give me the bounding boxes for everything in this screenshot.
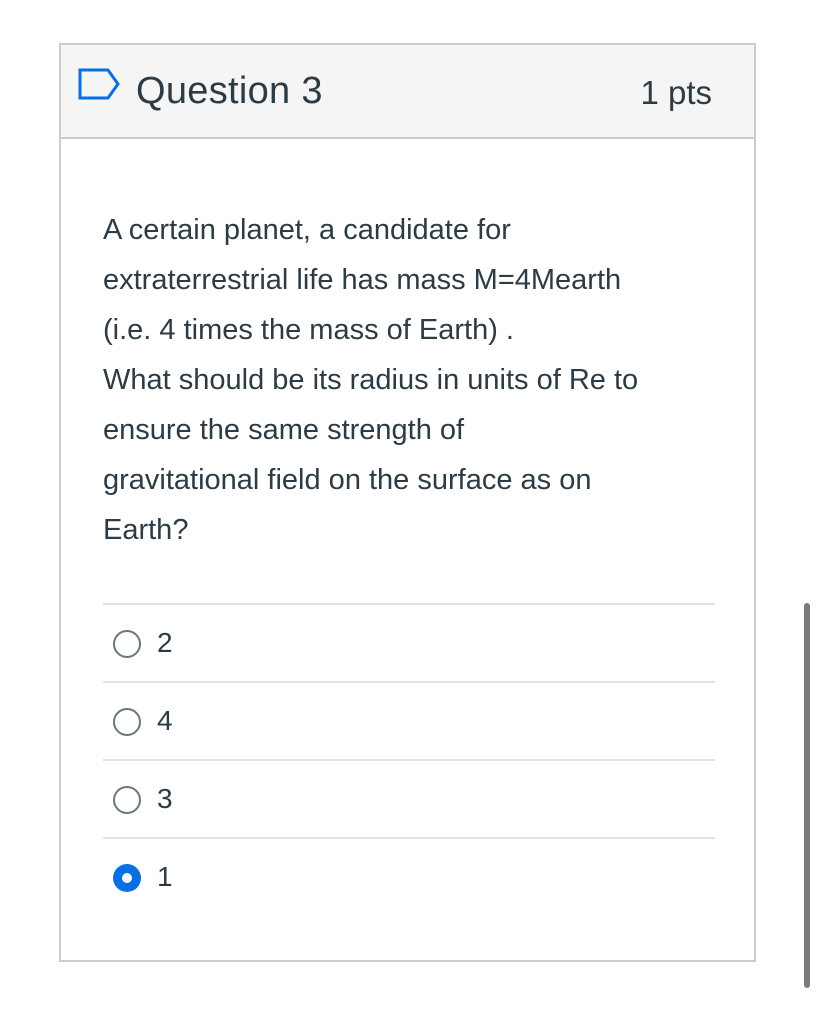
question-title: Question 3 [136, 70, 323, 112]
answer-option[interactable]: 3 [103, 759, 715, 837]
answer-option[interactable]: 2 [103, 603, 715, 681]
answer-label: 4 [157, 705, 173, 736]
radio-button[interactable] [113, 786, 141, 814]
answer-option-selected[interactable]: 1 [103, 837, 715, 915]
answer-label: 2 [157, 627, 173, 658]
question-text-line: Earth? [103, 514, 189, 546]
quiz-page: Question 3 1 pts A certain planet, a can… [0, 0, 817, 1024]
question-text-line: extraterrestrial life has mass M=4Mearth [103, 264, 622, 296]
radio-button[interactable] [113, 708, 141, 736]
flag-question-icon[interactable] [77, 67, 121, 103]
question-text: A certain planet, a candidate for extrat… [103, 205, 723, 555]
radio-button[interactable] [113, 630, 141, 658]
answer-label: 3 [157, 783, 173, 814]
answer-list: 2 4 3 1 [103, 603, 715, 915]
question-text-line: What should be its radius in units of Re… [103, 364, 639, 396]
answer-option[interactable]: 4 [103, 681, 715, 759]
question-text-line: gravitational field on the surface as on [103, 464, 592, 496]
question-text-line: ensure the same strength of [103, 414, 465, 446]
radio-button-selected[interactable] [113, 864, 141, 892]
answer-label: 1 [157, 861, 173, 892]
question-points: 1 pts [640, 74, 712, 111]
question-header: Question 3 1 pts [61, 45, 754, 139]
question-text-line: A certain planet, a candidate for [103, 214, 511, 246]
scrollbar[interactable] [804, 603, 810, 988]
question-card: Question 3 1 pts A certain planet, a can… [59, 43, 756, 962]
question-text-line: (i.e. 4 times the mass of Earth) . [103, 314, 514, 346]
